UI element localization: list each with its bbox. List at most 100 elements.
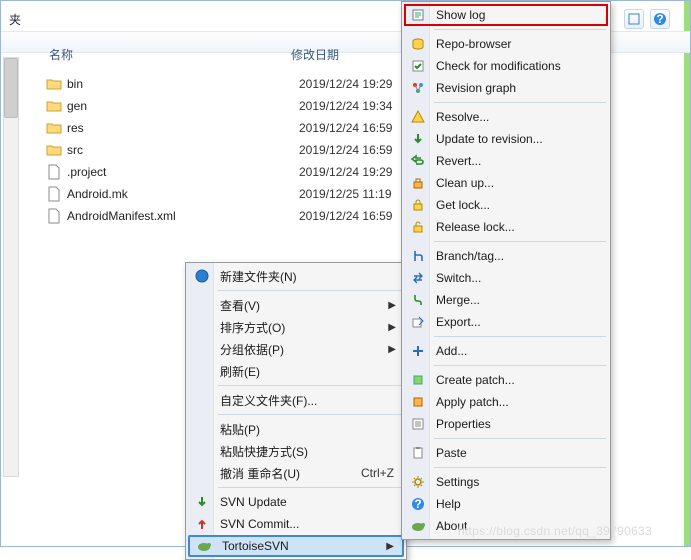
menu-revert[interactable]: Revert... (404, 150, 608, 172)
create-patch-icon (409, 371, 427, 389)
help-icon: ? (409, 495, 427, 513)
menu-help[interactable]: ?Help (404, 493, 608, 515)
menu-paste2[interactable]: Paste (404, 442, 608, 464)
menu-show-log[interactable]: Show log (404, 4, 608, 26)
menu-svn-commit[interactable]: SVN Commit... (188, 513, 404, 535)
file-name: .project (67, 165, 299, 179)
menu-resolve[interactable]: Resolve... (404, 106, 608, 128)
submenu-arrow-icon: ▶ (386, 541, 394, 552)
menu-refresh[interactable]: 刷新(E) (188, 360, 404, 382)
menu-check-mods[interactable]: Check for modifications (404, 55, 608, 77)
menu-label: Revision graph (436, 81, 516, 95)
file-date: 2019/12/24 16:59 (299, 209, 392, 223)
file-date: 2019/12/24 19:29 (299, 165, 392, 179)
svg-text:?: ? (656, 12, 663, 26)
menu-label: Create patch... (436, 373, 515, 387)
file-date: 2019/12/24 19:34 (299, 99, 392, 113)
menu-label: Show log (436, 8, 485, 22)
menu-paste[interactable]: 粘贴(P) (188, 418, 404, 440)
repo-browser-icon (409, 35, 427, 53)
title-suffix: 夹 (9, 11, 21, 28)
file-icon (45, 164, 63, 180)
menu-about[interactable]: About (404, 515, 608, 537)
folder-icon (45, 98, 63, 114)
menu-label: 粘贴(P) (220, 421, 260, 438)
menu-label: Apply patch... (436, 395, 509, 409)
menu-svn-update[interactable]: SVN Update (188, 491, 404, 513)
menu-label: Get lock... (436, 198, 490, 212)
file-name: gen (67, 99, 299, 113)
log-icon (409, 6, 427, 24)
submenu-arrow-icon: ▶ (388, 322, 396, 333)
globe-icon (193, 267, 211, 285)
properties-icon (409, 415, 427, 433)
menu-merge[interactable]: Merge... (404, 289, 608, 311)
left-scrollbar[interactable] (3, 57, 19, 477)
menu-repo-browser[interactable]: Repo-browser (404, 33, 608, 55)
menu-export[interactable]: Export... (404, 311, 608, 333)
menu-separator (434, 241, 606, 242)
menu-label: Check for modifications (436, 59, 561, 73)
menu-release-lock[interactable]: Release lock... (404, 216, 608, 238)
folder-icon (45, 120, 63, 136)
menu-properties[interactable]: Properties (404, 413, 608, 435)
menu-branch-tag[interactable]: Branch/tag... (404, 245, 608, 267)
menu-sort[interactable]: 排序方式(O)▶ (188, 316, 404, 338)
square-icon (628, 13, 640, 25)
menu-update-rev[interactable]: Update to revision... (404, 128, 608, 150)
tortoise-submenu: Show log Repo-browser Check for modifica… (401, 1, 611, 540)
menu-separator (434, 29, 606, 30)
toolbar-button-1[interactable] (624, 9, 644, 29)
menu-paste-shortcut[interactable]: 粘贴快捷方式(S) (188, 440, 404, 462)
menu-label: About (436, 519, 467, 533)
menu-custom-folder[interactable]: 自定义文件夹(F)... (188, 389, 404, 411)
menu-add[interactable]: Add... (404, 340, 608, 362)
menu-tortoise-svn[interactable]: TortoiseSVN▶ (188, 535, 404, 557)
menu-label: Revert... (436, 154, 481, 168)
menu-apply-patch[interactable]: Apply patch... (404, 391, 608, 413)
menu-separator (218, 487, 402, 488)
export-icon (409, 313, 427, 331)
menu-separator (434, 365, 606, 366)
lock-icon (409, 196, 427, 214)
graph-icon (409, 79, 427, 97)
decorative-band (684, 1, 690, 546)
menu-create-patch[interactable]: Create patch... (404, 369, 608, 391)
check-mods-icon (409, 57, 427, 75)
file-date: 2019/12/25 11:19 (299, 187, 392, 201)
menu-label: Properties (436, 417, 491, 431)
menu-separator (434, 102, 606, 103)
menu-get-lock[interactable]: Get lock... (404, 194, 608, 216)
menu-cleanup[interactable]: Clean up... (404, 172, 608, 194)
menu-new-folder[interactable]: 新建文件夹(N) (188, 265, 404, 287)
help-icon: ? (653, 12, 667, 26)
revert-icon (409, 152, 427, 170)
folder-icon (45, 142, 63, 158)
menu-group[interactable]: 分组依据(P)▶ (188, 338, 404, 360)
update-rev-icon (409, 130, 427, 148)
menu-label: Repo-browser (436, 37, 511, 51)
menu-rev-graph[interactable]: Revision graph (404, 77, 608, 99)
branch-icon (409, 247, 427, 265)
menu-label: Clean up... (436, 176, 494, 190)
scrollbar-thumb[interactable] (4, 58, 18, 118)
column-name[interactable]: 名称 (31, 46, 291, 63)
explorer-window: ? 夹 名称 修改日期 bin2019/12/24 19:29 gen2019/… (0, 0, 691, 547)
menu-label: Paste (436, 446, 467, 460)
menu-label: Release lock... (436, 220, 515, 234)
menu-label: 新建文件夹(N) (220, 268, 297, 285)
menu-label: Resolve... (436, 110, 489, 124)
paste-icon (409, 444, 427, 462)
file-name: AndroidManifest.xml (67, 209, 299, 223)
menu-settings[interactable]: Settings (404, 471, 608, 493)
menu-separator (434, 467, 606, 468)
file-icon (45, 208, 63, 224)
menu-view[interactable]: 查看(V)▶ (188, 294, 404, 316)
menu-separator (218, 290, 402, 291)
menu-label: 刷新(E) (220, 363, 260, 380)
toolbar: ? (624, 9, 670, 29)
help-button[interactable]: ? (650, 9, 670, 29)
menu-separator (434, 336, 606, 337)
menu-undo-rename[interactable]: 撤消 重命名(U)Ctrl+Z (188, 462, 404, 484)
menu-switch[interactable]: Switch... (404, 267, 608, 289)
